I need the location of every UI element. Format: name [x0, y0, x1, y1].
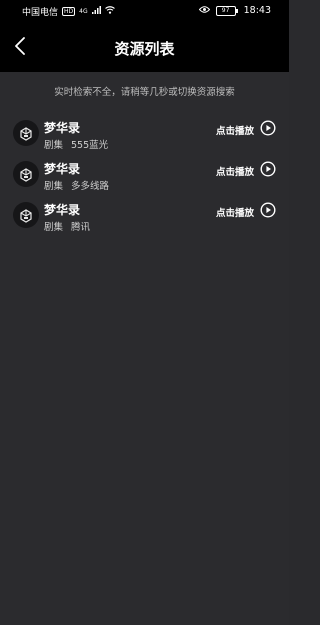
resource-item[interactable]: 梦华录 剧集 555蓝光 点击播放: [0, 116, 289, 157]
top-bar: 中国电信 HD 4G 97 18:43 资源列表: [0, 0, 289, 72]
resource-source: 555蓝光: [71, 140, 109, 151]
resource-item[interactable]: 梦华录 剧集 多多线路 点击播放: [0, 157, 289, 198]
play-label: 点击播放: [215, 167, 254, 178]
status-bar: 中国电信 HD 4G 97 18:43: [0, 0, 289, 22]
play-button[interactable]: 点击播放: [216, 120, 276, 140]
resource-meta: 剧集 555蓝光: [44, 137, 108, 151]
resource-title: 梦华录: [44, 203, 81, 217]
source-logo-icon: [13, 161, 39, 187]
battery-icon: 97: [215, 5, 238, 16]
resource-meta: 剧集 腾讯: [44, 219, 90, 233]
play-label: 点击播放: [215, 126, 254, 137]
resource-title: 梦华录: [44, 162, 81, 176]
resource-list: 梦华录 剧集 555蓝光 点击播放 梦华录 剧集 多多线路 点击播放 梦华录 剧…: [0, 116, 289, 239]
resource-type: 剧集: [44, 140, 64, 151]
signal-icon: [91, 6, 101, 17]
resource-type: 剧集: [44, 222, 64, 233]
search-hint: 实时检索不全，请稍等几秒或切换资源搜索: [54, 87, 235, 98]
network-label: 4G: [79, 8, 88, 15]
play-circle-icon: [260, 202, 276, 222]
resource-type: 剧集: [44, 181, 64, 192]
resource-meta: 剧集 多多线路: [44, 178, 109, 192]
eye-icon: [198, 5, 210, 16]
wifi-icon: [104, 6, 115, 17]
play-circle-icon: [260, 120, 276, 140]
source-logo-icon: [13, 202, 39, 228]
resource-source: 多多线路: [71, 181, 110, 192]
carrier-label: 中国电信: [22, 8, 59, 18]
resource-source: 腾讯: [71, 222, 91, 233]
time-label: 18:43: [243, 5, 271, 16]
resource-item[interactable]: 梦华录 剧集 腾讯 点击播放: [0, 198, 289, 239]
resource-title: 梦华录: [44, 121, 81, 135]
hd-badge: HD: [62, 7, 76, 16]
app-screen: 中国电信 HD 4G 97 18:43 资源列表 实时检索不全，请稍等几秒或切换…: [0, 0, 289, 625]
play-label: 点击播放: [215, 208, 254, 219]
status-left: 中国电信 HD 4G: [22, 5, 115, 18]
play-button[interactable]: 点击播放: [216, 161, 276, 181]
page-title: 资源列表: [114, 40, 175, 58]
status-right: 97 18:43: [198, 5, 271, 16]
source-logo-icon: [13, 120, 39, 146]
nav-bar: 资源列表: [0, 30, 289, 66]
play-button[interactable]: 点击播放: [216, 202, 276, 222]
play-circle-icon: [260, 161, 276, 181]
